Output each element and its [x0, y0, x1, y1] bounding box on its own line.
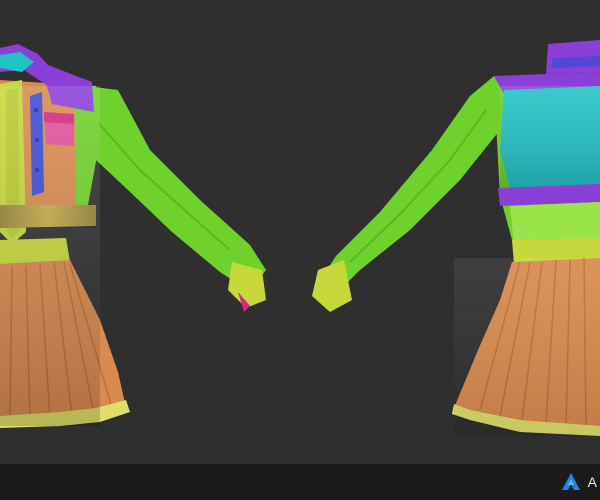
garment-render [0, 40, 600, 436]
front-view-outfit [0, 44, 266, 428]
front-sleeve [86, 86, 266, 292]
a-triangle-logo-icon [561, 473, 580, 490]
back-view-outfit [312, 40, 600, 436]
brand[interactable]: A [560, 464, 600, 500]
footer-bar: A [0, 464, 600, 500]
brand-text: A [587, 474, 598, 490]
render-stage: A [0, 0, 600, 500]
